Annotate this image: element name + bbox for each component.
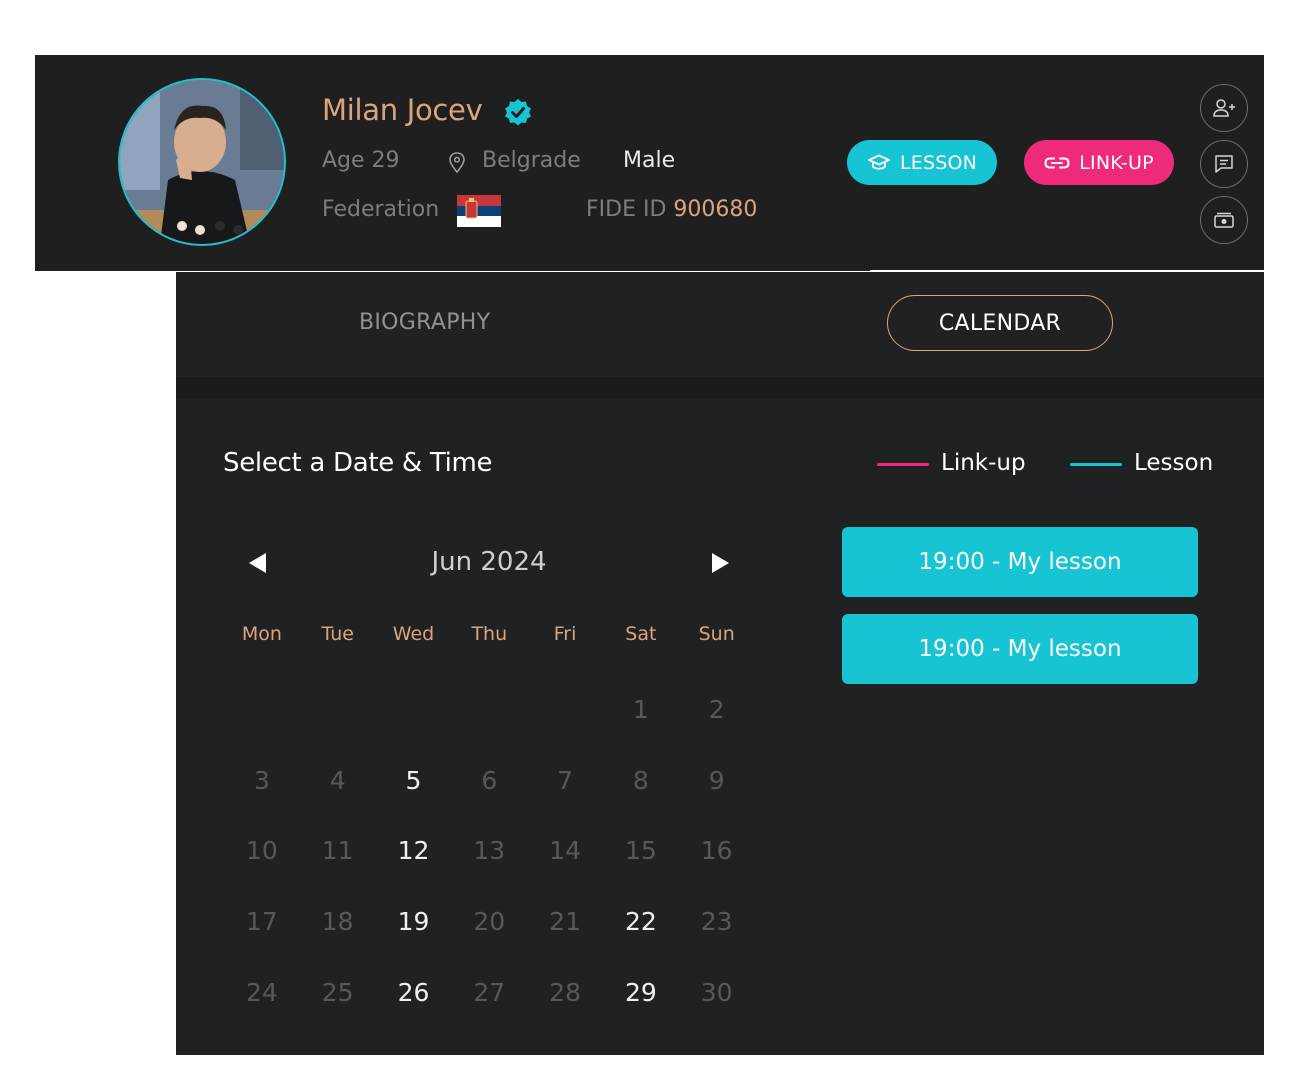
avatar <box>118 78 286 246</box>
verified-badge-icon <box>505 99 531 126</box>
weekday-header: Mon <box>241 623 282 645</box>
fide-number: 900680 <box>673 197 758 222</box>
add-friend-icon <box>1213 99 1235 117</box>
player-gender: Male <box>623 148 676 173</box>
link-up-legend-label: Link-up <box>941 450 1026 476</box>
player-city: Belgrade <box>482 148 581 173</box>
calendar-day-empty <box>451 685 527 756</box>
weekday-header: Wed <box>392 623 435 645</box>
current-month: Jun 2024 <box>431 547 547 577</box>
calendar-day-empty <box>300 685 376 756</box>
link-icon <box>1044 157 1070 168</box>
calendar-day[interactable]: 22 <box>603 897 679 968</box>
calendar-day: 25 <box>321 977 354 1007</box>
lesson-legend-swatch <box>1070 463 1122 466</box>
calendar-day-empty <box>376 685 452 756</box>
calendar-day: 4 <box>329 765 346 795</box>
calendar-day: 9 <box>708 765 725 795</box>
previous-month-button[interactable] <box>249 553 266 573</box>
graduation-cap-icon <box>868 154 890 170</box>
profile-content-panel: BIOGRAPHY CALENDAR Select a Date & Time … <box>176 272 1264 1055</box>
message-button[interactable] <box>1200 140 1248 188</box>
weekday-header: Thu <box>471 623 508 645</box>
calendar-day: 10 <box>245 836 278 866</box>
calendar-day[interactable]: 29 <box>603 968 679 1039</box>
message-icon <box>1215 155 1233 173</box>
calendar-day: 3 <box>253 765 270 795</box>
calendar-day: 2 <box>708 694 725 724</box>
link-up-button-label: LINK-UP <box>1079 151 1154 174</box>
calendar-day: 14 <box>549 836 581 866</box>
calendar-title: Select a Date & Time <box>223 448 493 478</box>
weekday-header: Fri <box>553 623 577 645</box>
weekday-header: Sun <box>698 623 735 645</box>
calendar-day: 27 <box>473 977 506 1007</box>
calendar-day[interactable]: 26 <box>376 968 452 1039</box>
calendar-day: 15 <box>624 836 657 866</box>
payment-button[interactable] <box>1200 196 1248 244</box>
link-up-legend-swatch <box>877 463 929 466</box>
fide-id: FIDE ID 900680 <box>586 197 757 222</box>
player-age: Age 29 <box>322 148 400 173</box>
calendar-day: 11 <box>321 836 354 866</box>
add-friend-button[interactable] <box>1200 84 1248 132</box>
calendar-day: 7 <box>557 765 574 795</box>
lesson-button-label: LESSON <box>899 151 978 174</box>
location-pin-icon <box>449 152 465 174</box>
calendar-day: 28 <box>549 977 581 1007</box>
link-up-button[interactable]: LINK-UP <box>1024 140 1174 185</box>
time-slot[interactable]: 19:00 - My lesson <box>842 614 1198 684</box>
calendar-day: 8 <box>632 765 649 795</box>
calendar-day[interactable]: 5 <box>376 756 452 827</box>
serbia-flag-icon <box>457 195 501 227</box>
calendar-day: 16 <box>700 836 733 866</box>
tab-calendar[interactable]: CALENDAR <box>887 295 1113 351</box>
calendar-day-empty <box>224 685 300 756</box>
weekday-header: Sat <box>625 623 657 645</box>
tab-biography[interactable]: BIOGRAPHY <box>359 310 490 335</box>
fide-label: FIDE ID <box>586 197 667 222</box>
player-name: Milan Jocev <box>322 93 483 127</box>
next-month-button[interactable] <box>712 553 729 573</box>
lesson-legend-label: Lesson <box>1134 450 1214 476</box>
time-slot[interactable]: 19:00 - My lesson <box>842 527 1198 597</box>
lesson-button[interactable]: LESSON <box>847 140 997 185</box>
profile-header: Milan Jocev Age 29 Belgrade Male Federat… <box>35 55 1264 271</box>
calendar-day: 30 <box>700 977 733 1007</box>
calendar-grid: Mon Tue Wed Thu Fri Sat Sun 1 2 3 4 5 6 7 8 9 10 11 12 13 14… <box>224 614 755 1039</box>
calendar-day-empty <box>527 685 603 756</box>
tabs-divider <box>176 377 1264 398</box>
calendar-day: 1 <box>632 694 649 724</box>
calendar-day: 18 <box>321 907 354 937</box>
federation-label: Federation <box>322 197 440 222</box>
calendar-day[interactable]: 12 <box>376 826 452 897</box>
calendar-day: 20 <box>473 907 506 937</box>
weekday-header: Tue <box>321 623 354 645</box>
calendar-day: 24 <box>245 977 278 1007</box>
calendar-day: 17 <box>245 907 278 937</box>
calendar-day: 21 <box>549 907 581 937</box>
money-icon <box>1214 212 1234 228</box>
calendar-day[interactable]: 19 <box>376 897 452 968</box>
calendar-day: 13 <box>473 836 506 866</box>
calendar-day: 23 <box>700 907 733 937</box>
calendar-day: 6 <box>481 765 498 795</box>
